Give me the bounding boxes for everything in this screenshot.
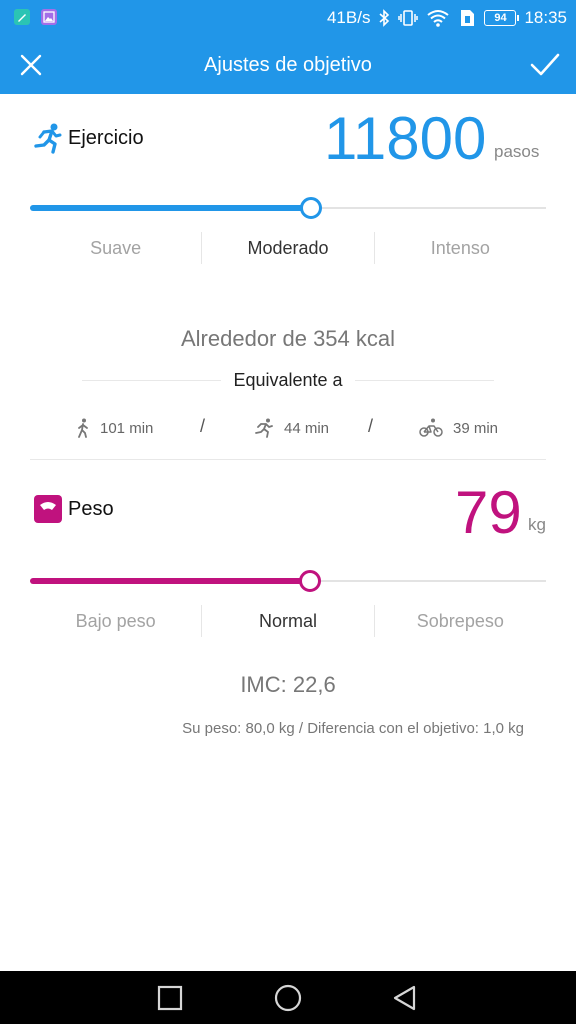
weight-goal-value: 79 bbox=[455, 479, 522, 546]
app-header: Ajustes de objetivo bbox=[0, 36, 576, 94]
sim-icon bbox=[461, 10, 475, 26]
network-speed: 41B/s bbox=[326, 8, 371, 27]
weight-levels: Bajo peso Normal Sobrepeso bbox=[30, 605, 546, 637]
steps-slider[interactable] bbox=[30, 196, 546, 220]
section-divider bbox=[30, 459, 546, 460]
level-intenso: Intenso bbox=[373, 232, 546, 264]
recents-icon bbox=[157, 985, 183, 1011]
slider-thumb[interactable] bbox=[300, 197, 323, 219]
confirm-button[interactable] bbox=[528, 49, 562, 81]
bluetooth-icon bbox=[379, 9, 390, 27]
home-icon bbox=[274, 984, 302, 1012]
exercise-levels: Suave Moderado Intenso bbox=[30, 232, 546, 264]
clock: 18:35 bbox=[524, 8, 567, 27]
level-moderado: Moderado bbox=[201, 232, 373, 264]
level-sobrepeso: Sobrepeso bbox=[373, 605, 546, 637]
wifi-icon bbox=[427, 10, 450, 27]
level-suave: Suave bbox=[90, 238, 142, 258]
running-equivalent: 44 min bbox=[254, 414, 329, 442]
page-title: Ajustes de objetivo bbox=[204, 54, 372, 76]
level-normal: Normal bbox=[201, 605, 373, 637]
level-bajo-peso: Bajo peso bbox=[75, 611, 156, 631]
gallery-app-icon bbox=[41, 9, 57, 25]
cycling-minutes: 39 min bbox=[453, 419, 499, 437]
exercise-label: Ejercicio bbox=[68, 126, 144, 149]
running-icon bbox=[34, 123, 62, 154]
steps-goal-value: 11800 bbox=[324, 105, 487, 172]
cycling-equivalent: 39 min bbox=[419, 414, 498, 442]
weight-difference-info: Su peso: 80,0 kg / Diferencia con el obj… bbox=[182, 720, 524, 737]
back-button[interactable] bbox=[390, 983, 420, 1013]
slider-fill bbox=[30, 578, 311, 584]
check-icon bbox=[530, 53, 560, 76]
equivalent-row: Equivalente a bbox=[82, 368, 494, 394]
walking-icon bbox=[78, 418, 88, 438]
slider-thumb[interactable] bbox=[299, 570, 322, 592]
weight-label: Peso bbox=[68, 497, 114, 520]
slider-fill bbox=[30, 205, 312, 211]
status-bar: 41B/s 94 18:35 bbox=[0, 0, 576, 36]
vibrate-icon bbox=[398, 10, 419, 26]
separator: / bbox=[200, 416, 206, 436]
weight-unit: kg bbox=[528, 515, 546, 534]
navigation-bar bbox=[0, 971, 576, 1024]
back-icon bbox=[393, 985, 416, 1011]
home-button[interactable] bbox=[273, 983, 303, 1013]
activity-equivalents: 101 min / 44 min / 39 min bbox=[30, 414, 546, 442]
separator: / bbox=[368, 416, 374, 436]
exercise-header: Ejercicio bbox=[34, 122, 144, 154]
weight-slider[interactable] bbox=[30, 569, 546, 593]
walking-equivalent: 101 min bbox=[76, 414, 153, 442]
steps-unit: pasos bbox=[494, 142, 540, 161]
weight-header: Peso bbox=[34, 495, 114, 523]
scale-icon bbox=[34, 495, 62, 523]
battery-icon: 94 bbox=[484, 10, 520, 26]
equivalent-label: Equivalente a bbox=[221, 370, 355, 390]
recents-button[interactable] bbox=[155, 983, 185, 1013]
running-minutes: 44 min bbox=[284, 419, 330, 437]
notes-app-icon bbox=[14, 9, 30, 25]
bmi-value: IMC: 22,6 bbox=[240, 672, 336, 697]
running-icon bbox=[255, 418, 273, 438]
cycling-icon bbox=[419, 418, 443, 437]
walking-minutes: 101 min bbox=[100, 419, 154, 437]
kcal-estimate: Alrededor de 354 kcal bbox=[180, 326, 396, 351]
